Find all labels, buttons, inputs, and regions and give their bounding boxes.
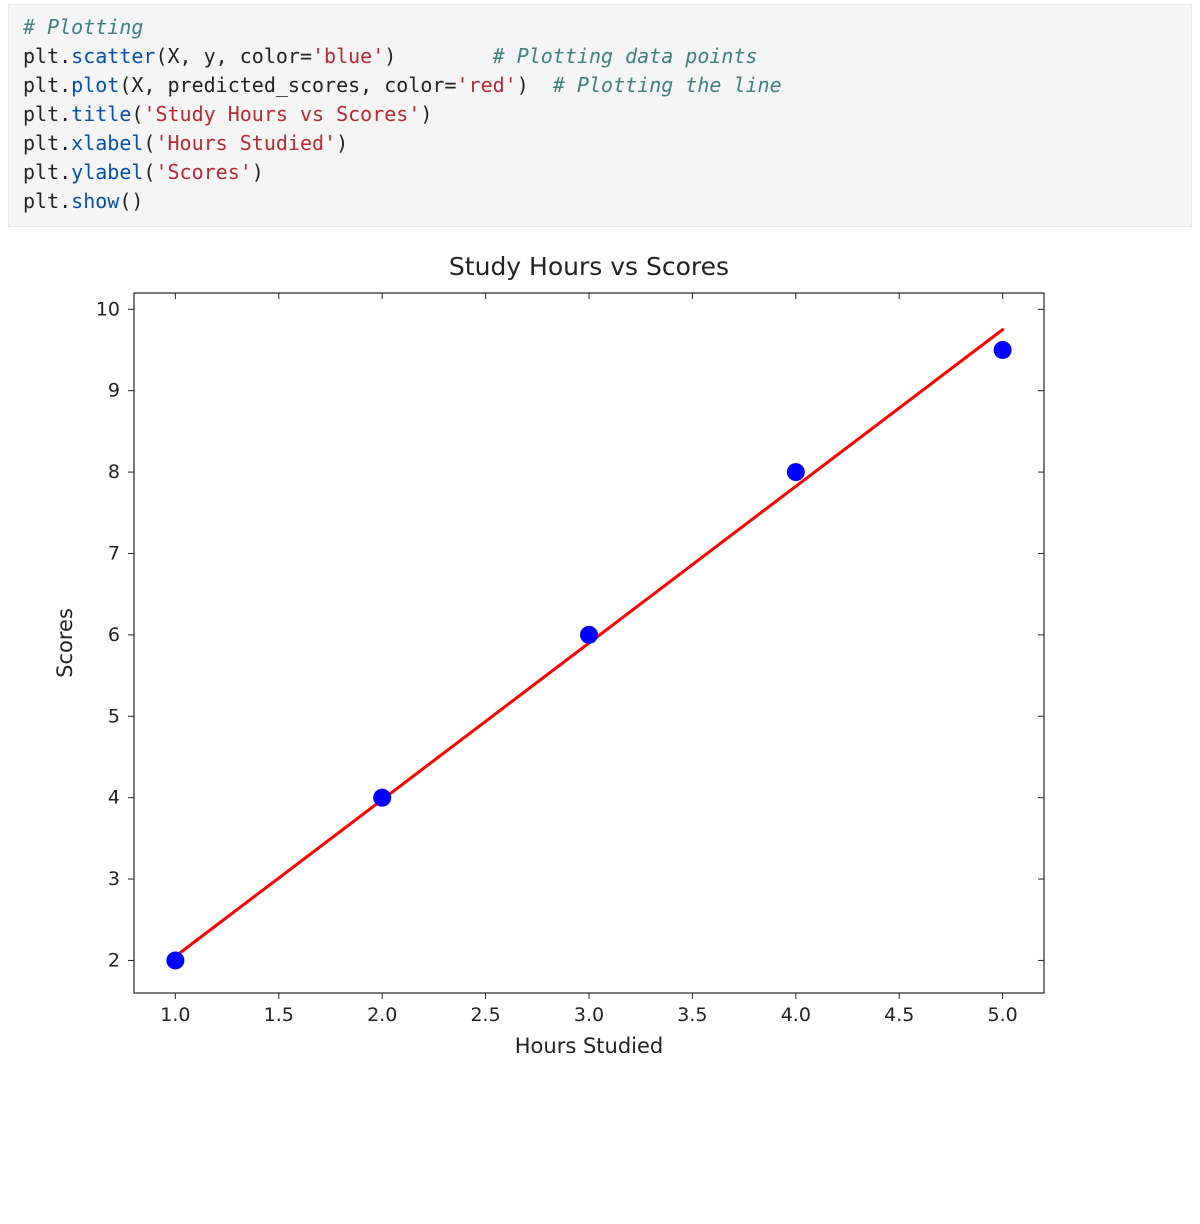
- code-token: =: [444, 73, 456, 97]
- code-token: (): [119, 189, 143, 213]
- x-tick-label: 1.0: [160, 1004, 190, 1026]
- data-point: [373, 789, 391, 807]
- code-token: plt.: [23, 73, 71, 97]
- code-token: (: [131, 102, 143, 126]
- code-token: 'Scores': [155, 160, 251, 184]
- code-token: # Plotting data points: [493, 44, 758, 68]
- x-tick-label: 2.5: [470, 1004, 500, 1026]
- code-token: scatter: [71, 44, 155, 68]
- x-tick-label: 4.5: [884, 1004, 914, 1026]
- y-tick-label: 10: [96, 298, 120, 320]
- code-token: (X, y, color: [155, 44, 300, 68]
- code-token: xlabel: [71, 131, 143, 155]
- code-token: (: [143, 160, 155, 184]
- y-tick-label: 9: [108, 380, 120, 402]
- y-tick-label: 8: [108, 461, 120, 483]
- y-axis-label: Scores: [53, 608, 77, 678]
- code-token: =: [300, 44, 312, 68]
- code-token: ): [336, 131, 348, 155]
- y-tick-label: 6: [108, 624, 120, 646]
- code-token: 'Study Hours vs Scores': [143, 102, 420, 126]
- y-tick-label: 2: [108, 949, 120, 971]
- code-token: plt.: [23, 189, 71, 213]
- code-token: (: [143, 131, 155, 155]
- chart: Study Hours vs Scores 1.0 1.5 2.0 2.5 3.0 3.5 4…: [14, 233, 1074, 1053]
- x-tick-label: 4.0: [781, 1004, 811, 1026]
- code-token: plt.: [23, 44, 71, 68]
- code-token: ): [517, 73, 529, 97]
- code-token: # Plotting: [23, 15, 143, 39]
- data-point: [580, 626, 598, 644]
- code-token: ): [420, 102, 432, 126]
- code-cell: # Plotting plt.scatter(X, y, color='blue…: [8, 4, 1192, 227]
- code-token: plt.: [23, 131, 71, 155]
- y-tick-label: 4: [108, 787, 120, 809]
- code-token: 'Hours Studied': [155, 131, 336, 155]
- data-point: [787, 463, 805, 481]
- x-tick-label: 5.0: [988, 1004, 1018, 1026]
- x-tick-label: 3.0: [574, 1004, 604, 1026]
- data-point: [994, 341, 1012, 359]
- output-area: Study Hours vs Scores 1.0 1.5 2.0 2.5 3.0 3.5 4…: [0, 227, 1200, 1065]
- code-token: [396, 44, 492, 68]
- x-tick-label: 1.5: [264, 1004, 294, 1026]
- code-token: plot: [71, 73, 119, 97]
- code-token: # Plotting the line: [553, 73, 782, 97]
- code-token: plt.: [23, 160, 71, 184]
- code-token: [529, 73, 553, 97]
- code-token: plt.: [23, 102, 71, 126]
- chart-svg: Study Hours vs Scores 1.0 1.5 2.0 2.5 3.0 3.5 4…: [14, 233, 1074, 1053]
- code-token: (X, predicted_scores, color: [119, 73, 444, 97]
- x-tick-label: 3.5: [677, 1004, 707, 1026]
- code-token: ): [252, 160, 264, 184]
- code-token: title: [71, 102, 131, 126]
- y-tick-label: 7: [108, 542, 120, 564]
- y-tick-label: 3: [108, 868, 120, 890]
- x-axis-label: Hours Studied: [515, 1034, 664, 1053]
- chart-title: Study Hours vs Scores: [449, 252, 729, 281]
- code-token: ): [384, 44, 396, 68]
- y-tick-label: 5: [108, 705, 120, 727]
- code-token: 'red': [457, 73, 517, 97]
- data-point: [166, 951, 184, 969]
- code-token: show: [71, 189, 119, 213]
- code-token: 'blue': [312, 44, 384, 68]
- code-token: ylabel: [71, 160, 143, 184]
- x-tick-label: 2.0: [367, 1004, 397, 1026]
